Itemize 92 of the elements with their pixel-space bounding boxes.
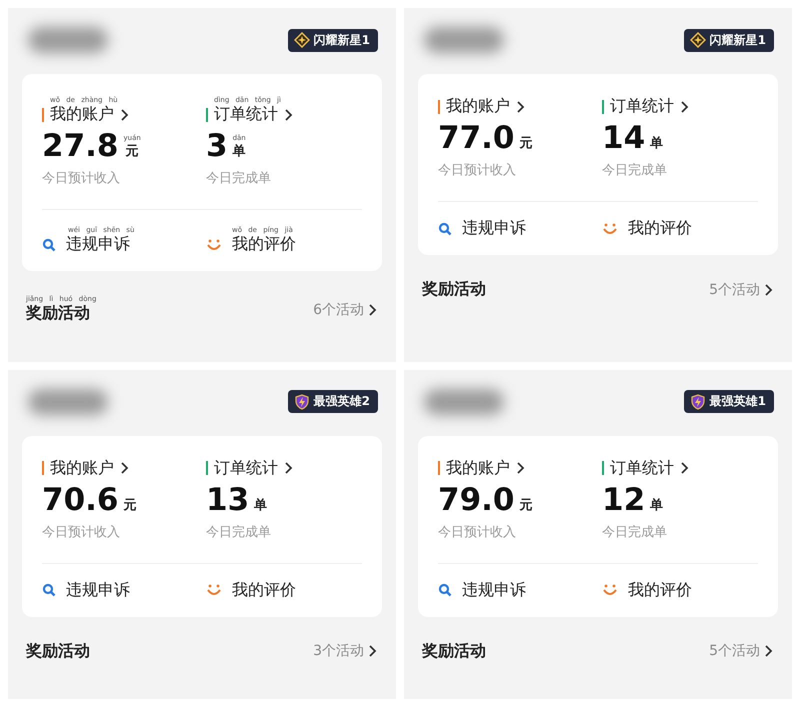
shortcut-label: 违规申诉 — [66, 234, 130, 255]
unit-text: 单 — [650, 135, 664, 152]
chevron-icon — [120, 108, 130, 120]
chevron-icon — [764, 284, 774, 296]
badge-label: 最强英雄2 — [314, 393, 370, 410]
badge-label: 最强英雄1 — [710, 393, 766, 410]
shortcut-label: 我的评价 — [232, 234, 296, 255]
stat-value: 79.0 — [438, 482, 514, 516]
shield-bolt-icon — [294, 394, 310, 410]
stat-value: 27.8 — [42, 129, 118, 163]
stat-value: 14 — [602, 121, 646, 155]
stat-link[interactable]: 我的账户 — [438, 458, 594, 478]
activities-count: 5个活动 — [709, 280, 760, 298]
chevron-icon — [368, 645, 378, 657]
unit-text: 元 — [520, 135, 532, 152]
shortcut-link[interactable]: 违规申诉 — [438, 218, 594, 239]
stat-link[interactable]: 我的账户 — [438, 96, 594, 117]
stat-value: 3 — [206, 129, 228, 163]
stat-link[interactable]: 订单统计 — [206, 458, 362, 478]
section-title: 奖励活动 — [26, 640, 90, 660]
smile-icon — [602, 583, 618, 597]
stat-label: 订单统计 — [610, 96, 674, 117]
search-icon — [438, 583, 452, 597]
unit-text: 单 — [254, 496, 268, 514]
stat-label: 我的账户 — [446, 458, 510, 478]
activities-count: 3个活动 — [313, 642, 364, 660]
activities-count: 6个活动 — [313, 300, 364, 318]
stat-value: 12 — [602, 482, 646, 516]
activities-count: 5个活动 — [709, 642, 760, 660]
stat-caption: 今日完成单 — [206, 524, 272, 540]
shortcut-label: 违规申诉 — [462, 218, 526, 239]
chevron-icon — [284, 108, 294, 120]
chevron-icon — [680, 462, 690, 474]
shortcut-link[interactable]: 我的评价 — [206, 234, 362, 255]
stat-link[interactable]: 我的账户 — [42, 458, 198, 478]
search-icon — [42, 238, 56, 252]
stat-caption: 今日完成单 — [206, 170, 272, 187]
badge-label: 闪耀新星1 — [314, 32, 370, 48]
stat-value: 13 — [206, 482, 250, 516]
chevron-icon — [516, 462, 526, 474]
chevron-icon — [680, 100, 690, 112]
stat-caption: 今日完成单 — [602, 162, 668, 179]
shortcut-label: 我的评价 — [232, 580, 296, 600]
stat-label: 我的账户 — [50, 458, 114, 478]
stat-label: 订单统计 — [214, 104, 278, 125]
section-title: 奖励活动 — [26, 303, 90, 322]
stat-label: 订单统计 — [610, 458, 674, 478]
stat-label: 订单统计 — [214, 458, 278, 478]
smile-icon — [206, 583, 222, 597]
smile-icon — [206, 238, 222, 252]
section-title: 奖励活动 — [422, 279, 486, 298]
stat-caption: 今日完成单 — [602, 524, 668, 540]
stat-link[interactable]: 订单统计 — [602, 458, 758, 478]
stat-value: 70.6 — [42, 482, 118, 516]
diamond-star-icon — [294, 32, 310, 48]
shortcut-label: 违规申诉 — [462, 580, 526, 600]
search-icon — [438, 222, 452, 236]
unit-text: 元 — [124, 496, 136, 514]
badge-label: 闪耀新星1 — [710, 32, 766, 48]
unit-text: 单 — [650, 496, 664, 514]
shortcut-link[interactable]: 违规申诉 — [438, 580, 594, 600]
stat-label: 我的账户 — [50, 104, 114, 125]
shortcut-link[interactable]: 违规申诉 — [42, 234, 198, 255]
unit-text: 元 — [520, 496, 532, 514]
shortcut-link[interactable]: 违规申诉 — [42, 580, 198, 600]
shortcut-label: 我的评价 — [628, 580, 692, 600]
shortcut-link[interactable]: 我的评价 — [602, 580, 758, 600]
stat-caption: 今日预计收入 — [438, 524, 517, 540]
stat-value: 77.0 — [438, 121, 514, 155]
shortcut-label: 我的评价 — [628, 218, 692, 239]
smile-icon — [602, 222, 618, 236]
chevron-icon — [516, 100, 526, 112]
chevron-icon — [120, 462, 130, 474]
stat-link[interactable]: 我的账户 — [42, 104, 198, 125]
shield-bolt-icon — [690, 394, 706, 410]
chevron-icon — [284, 462, 294, 474]
chevron-icon — [764, 645, 774, 657]
chevron-icon — [368, 304, 378, 316]
stat-caption: 今日预计收入 — [438, 162, 517, 179]
stat-label: 我的账户 — [446, 96, 510, 117]
stat-caption: 今日预计收入 — [42, 524, 121, 540]
stat-caption: 今日预计收入 — [42, 170, 121, 187]
section-title: 奖励活动 — [422, 640, 486, 660]
stat-link[interactable]: 订单统计 — [206, 104, 362, 125]
diamond-star-icon — [690, 32, 706, 48]
stat-link[interactable]: 订单统计 — [602, 96, 758, 117]
unit-text: 单 — [232, 143, 246, 160]
shortcut-label: 违规申诉 — [66, 580, 130, 600]
unit-text: 元 — [126, 143, 139, 160]
search-icon — [42, 583, 56, 597]
shortcut-link[interactable]: 我的评价 — [206, 580, 362, 600]
shortcut-link[interactable]: 我的评价 — [602, 218, 758, 239]
